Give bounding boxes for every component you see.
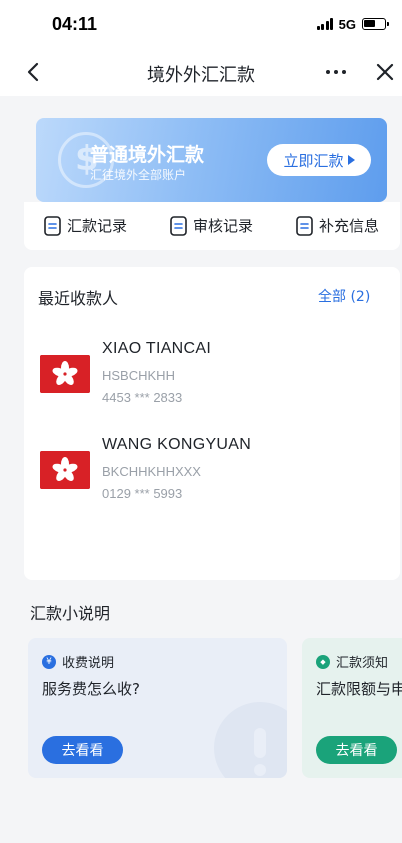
recipient-name: WANG KONGYUAN	[102, 436, 252, 453]
recent-recipients-title: 最近收款人	[38, 289, 119, 308]
remittance-banner[interactable]: 普通境外汇款 汇往境外全部账户 立即汇款	[36, 118, 387, 202]
remit-notice-question: 汇款限额与申	[316, 680, 402, 698]
fee-info-card[interactable]: ¥ 收费说明 服务费怎么收? 去看看	[28, 638, 287, 778]
status-time: 04:11	[52, 14, 98, 34]
network-type: 5G	[338, 16, 356, 32]
play-arrow-icon	[347, 155, 355, 165]
battery-icon	[362, 18, 389, 30]
fee-info-question: 服务费怎么收?	[42, 680, 140, 698]
review-records-label: 审核记录	[193, 217, 254, 235]
status-bar: 04:11 5G	[0, 0, 402, 48]
recent-recipients-card: 最近收款人 全部 (2) XIAO TIANCAI HSBCHKHH 4453 …	[24, 267, 400, 580]
info-decoration-icon	[214, 702, 287, 778]
signal-icon	[316, 18, 335, 30]
recipient-row[interactable]: WANG KONGYUAN BKCHHKHHXXX 0129 *** 5993	[40, 434, 380, 514]
nav-bar: 境外外汇汇款	[0, 48, 402, 96]
remit-notice-heading-label: 汇款须知	[336, 656, 389, 671]
hong-kong-flag-icon	[40, 451, 90, 489]
notice-badge-icon: ◆	[316, 654, 330, 669]
recipient-name: XIAO TIANCAI	[102, 340, 212, 357]
supplement-info-label: 补充信息	[319, 217, 380, 235]
document-icon	[296, 215, 313, 236]
recipient-bank-code: BKCHHKHHXXX	[102, 464, 201, 479]
remit-records-label: 汇款记录	[67, 217, 128, 235]
fee-info-heading: ¥ 收费说明	[42, 652, 114, 671]
guide-section-title: 汇款小说明	[30, 604, 111, 623]
review-records-link[interactable]: 审核记录	[170, 215, 253, 236]
recipient-account: 0129 *** 5993	[102, 486, 183, 501]
banner-subtitle: 汇往境外全部账户	[90, 168, 187, 182]
recipient-account: 4453 *** 2833	[102, 390, 183, 405]
remit-notice-heading: ◆ 汇款须知	[316, 652, 388, 671]
remit-records-link[interactable]: 汇款记录	[44, 215, 127, 236]
fee-info-view-button[interactable]: 去看看	[42, 736, 123, 764]
banner-title: 普通境外汇款	[90, 144, 205, 166]
fee-badge-icon: ¥	[42, 654, 56, 669]
hong-kong-flag-icon	[40, 355, 90, 393]
recipient-row[interactable]: XIAO TIANCAI HSBCHKHH 4453 *** 2833	[40, 338, 380, 418]
recipient-bank-code: HSBCHKHH	[102, 368, 175, 383]
view-all-link[interactable]: 全部 (2)	[318, 286, 370, 306]
document-icon	[170, 215, 187, 236]
quick-links: 汇款记录 审核记录 补充信息	[24, 202, 400, 250]
remit-notice-view-button[interactable]: 去看看	[316, 736, 397, 764]
supplement-info-link[interactable]: 补充信息	[296, 215, 379, 236]
document-icon	[44, 215, 61, 236]
close-icon[interactable]	[373, 60, 397, 84]
remit-now-label: 立即汇款	[283, 151, 344, 170]
fee-info-heading-label: 收费说明	[62, 656, 115, 671]
status-indicators: 5G	[316, 16, 389, 32]
more-icon[interactable]	[326, 70, 346, 76]
remit-now-button[interactable]: 立即汇款	[267, 144, 371, 176]
remit-notice-card[interactable]: ◆ 汇款须知 汇款限额与申 去看看	[302, 638, 402, 778]
